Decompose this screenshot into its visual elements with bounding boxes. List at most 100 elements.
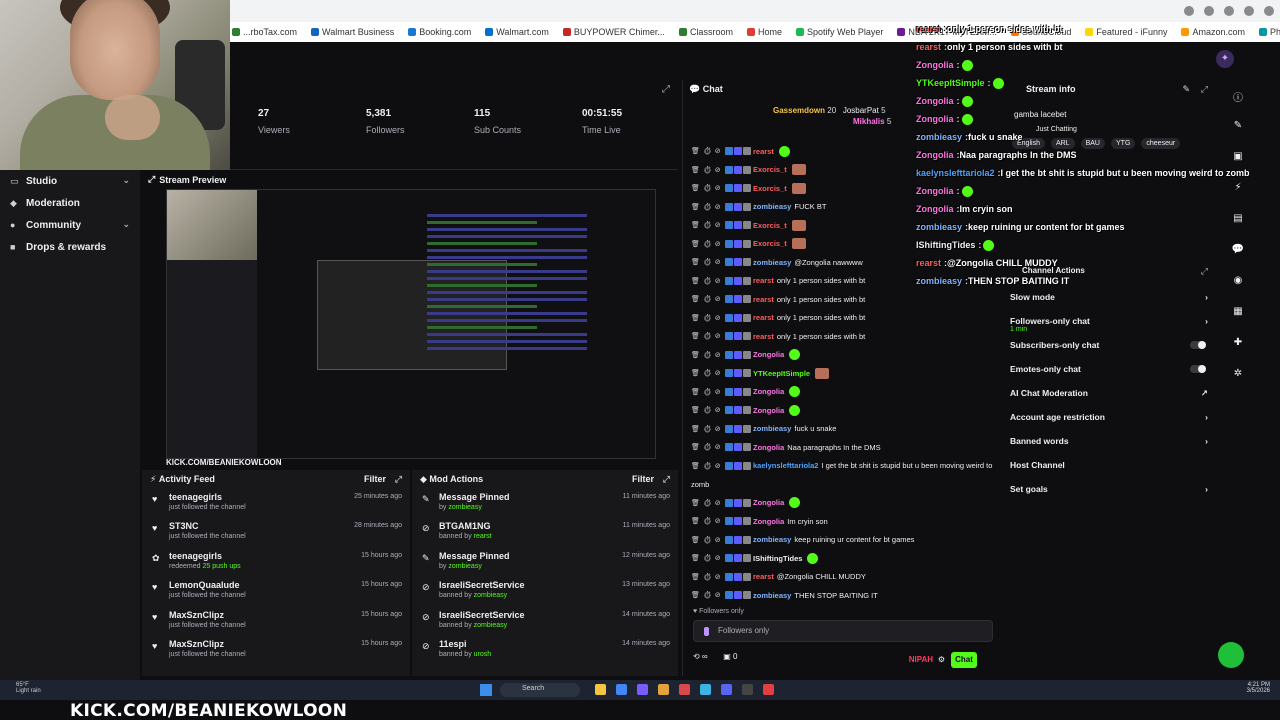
activity-row[interactable]: ♥ MaxSznClipz just followed the channel 15 … — [142, 606, 410, 635]
moderator-name[interactable]: rearst — [474, 533, 492, 540]
channel-action-row[interactable]: Emotes-only chat — [1006, 358, 1218, 382]
extension-icon[interactable] — [1184, 6, 1194, 16]
settings-icon[interactable]: ✲ — [1231, 368, 1245, 382]
chat-username[interactable]: Zongolia — [753, 498, 784, 507]
moderator-name[interactable]: zombieasy — [474, 622, 507, 629]
mod-controls[interactable]: 🗑⏱⊘ — [691, 536, 725, 544]
chat-message[interactable]: 🗑⏱⊘ rearst only 1 person sides with bt — [691, 327, 1001, 346]
chat-message[interactable]: 🗑⏱⊘ Zongolia Naa paragraphs In the DMS — [691, 438, 1001, 457]
mod-controls[interactable]: 🗑⏱⊘ — [691, 369, 725, 377]
mod-controls[interactable]: 🗑⏱⊘ — [691, 443, 725, 451]
chat-username[interactable]: Exorcis_t — [753, 165, 787, 174]
chat-message[interactable]: 🗑⏱⊘ zombieasy THEN STOP BAITING IT — [691, 586, 1001, 605]
sidebar-item-studio[interactable]: ▭ Studio ⌄ — [0, 170, 140, 192]
mod-action-row[interactable]: ⊘ IsraeliSecretService banned by zombieasy… — [412, 576, 678, 605]
chat-username[interactable]: IShiftingTides — [753, 554, 802, 563]
mod-controls[interactable]: 🗑⏱⊘ — [691, 499, 725, 507]
windows-start-icon[interactable] — [480, 684, 492, 696]
chat-message[interactable]: 🗑⏱⊘ rearst @Zongolia CHILL MUDDY — [691, 568, 1001, 587]
chat-username[interactable]: rearst — [753, 276, 774, 285]
gifter-name[interactable]: Gassemdown — [773, 106, 825, 115]
moderator-name[interactable]: zombieasy — [448, 563, 481, 570]
chat-message[interactable]: 🗑⏱⊘ rearst only 1 person sides with bt — [691, 290, 1001, 309]
app-icon[interactable] — [637, 684, 648, 695]
taskbar-clock[interactable]: 4:21 PM 3/5/2026 — [1247, 682, 1270, 694]
bookmark-item[interactable]: Classroom — [678, 27, 733, 37]
stream-preview-video[interactable] — [166, 189, 656, 459]
channel-action-row[interactable]: AI Chat Moderation ↗ — [1006, 382, 1218, 406]
obs-icon[interactable] — [742, 684, 753, 695]
gifter-name[interactable]: JosbarPat — [843, 106, 879, 115]
chat-username[interactable]: zombieasy — [753, 258, 791, 267]
chat-username[interactable]: rearst — [753, 295, 774, 304]
sidebar-item-moderation[interactable]: ◆ Moderation — [0, 192, 140, 214]
mod-controls[interactable]: 🗑⏱⊘ — [691, 258, 725, 266]
chat-username[interactable]: rearst — [753, 332, 774, 341]
chat-username[interactable]: zombieasy — [753, 591, 791, 600]
chat-username[interactable]: Zongolia — [753, 387, 784, 396]
info-icon[interactable]: ⓘ — [1231, 89, 1245, 104]
mod-controls[interactable]: 🗑⏱⊘ — [691, 203, 725, 211]
channel-action-row[interactable]: Account age restriction › — [1006, 406, 1218, 430]
gear-icon[interactable]: ⚙ — [938, 655, 945, 664]
chrome-icon[interactable] — [616, 684, 627, 695]
camera-icon[interactable]: ▣ — [1231, 151, 1245, 165]
chat-username[interactable]: zombieasy — [753, 535, 791, 544]
mod-controls[interactable]: 🗑⏱⊘ — [691, 166, 725, 174]
mod-controls[interactable]: 🗑⏱⊘ — [691, 277, 725, 285]
bookmark-item[interactable]: Walmart.com — [485, 27, 549, 37]
toggle-switch[interactable] — [1190, 365, 1206, 373]
mod-controls[interactable]: 🗑⏱⊘ — [691, 591, 725, 599]
chat-message[interactable]: 🗑⏱⊘ IShiftingTides — [691, 549, 1001, 568]
mod-action-row[interactable]: ⊘ BTGAM1NG banned by rearst 11 minutes ago — [412, 517, 678, 546]
chat-username[interactable]: Exorcis_t — [753, 184, 787, 193]
mod-controls[interactable]: 🗑⏱⊘ — [691, 462, 725, 470]
chat-message[interactable]: zomb — [691, 475, 1001, 494]
channel-action-row[interactable]: Followers-only chat 1 min › — [1006, 310, 1218, 334]
moderator-name[interactable]: zombieasy — [448, 504, 481, 511]
bookmark-item[interactable]: Home — [746, 27, 782, 37]
extension-icon[interactable] — [1224, 6, 1234, 16]
activity-row[interactable]: ♥ teenagegirls just followed the channel 25… — [142, 488, 410, 517]
bookmark-item[interactable]: Spotify Web Player — [795, 27, 883, 37]
nipah-emote[interactable]: NIPAH — [909, 655, 933, 664]
mod-controls[interactable]: 🗑⏱⊘ — [691, 573, 725, 581]
chat-username[interactable]: kaelynslefttariola2 — [753, 461, 818, 470]
mod-controls[interactable]: 🗑⏱⊘ — [691, 295, 725, 303]
chat-message[interactable]: 🗑⏱⊘ Zongolia — [691, 494, 1001, 513]
chat-username[interactable]: Exorcis_t — [753, 239, 787, 248]
expand-icon[interactable]: ⤢ — [148, 174, 155, 185]
taskbar-search[interactable]: Search — [500, 683, 580, 697]
wrench-icon[interactable]: ✚ — [1231, 337, 1245, 351]
activity-row[interactable]: ♥ MaxSznClipz just followed the channel 15 … — [142, 635, 410, 664]
chat-message[interactable]: 🗑⏱⊘ kaelynslefttariola2 I get the bt shit … — [691, 457, 1001, 476]
filter-button[interactable]: Filter — [364, 474, 386, 484]
chat-username[interactable]: YTKeepItSimple — [753, 369, 810, 378]
bookmark-item[interactable]: BUYPOWER Chimer... — [562, 27, 665, 37]
gifter-name[interactable]: Mikhalis — [853, 117, 885, 126]
sidebar-item-community[interactable]: ● Community ⌄ — [0, 214, 140, 236]
sidebar-item-drops[interactable]: ■ Drops & rewards — [0, 236, 140, 258]
mod-action-row[interactable]: ⊘ 11espi banned by urosh 14 minutes ago — [412, 635, 678, 664]
extension-icon[interactable] — [1244, 6, 1254, 16]
chat-message[interactable]: 🗑⏱⊘ Zongolia — [691, 383, 1001, 402]
expand-icon[interactable]: ⤢ — [395, 474, 402, 485]
chat-message[interactable]: 🗑⏱⊘ zombieasy keep ruining ur content for … — [691, 531, 1001, 550]
channel-action-row[interactable]: Subscribers-only chat — [1006, 334, 1218, 358]
channel-action-row[interactable]: Host Channel — [1006, 454, 1218, 478]
weather-widget[interactable]: 65°F Light rain — [16, 682, 41, 694]
channel-action-row[interactable]: Set goals › — [1006, 478, 1218, 502]
mod-action-row[interactable]: ⊘ IsraeliSecretService banned by zombieasy… — [412, 606, 678, 635]
expand-icon[interactable]: ⤢ — [663, 474, 670, 485]
filter-button[interactable]: Filter — [632, 474, 654, 484]
toggle-switch[interactable] — [1190, 341, 1206, 349]
pencil-icon[interactable]: ✎ — [1231, 120, 1245, 134]
folder-icon[interactable] — [595, 684, 606, 695]
chat-username[interactable]: Zongolia — [753, 443, 784, 452]
chat-message[interactable]: 🗑⏱⊘ rearst only 1 person sides with bt — [691, 309, 1001, 328]
chat-username[interactable]: rearst — [753, 313, 774, 322]
document-icon[interactable]: ▤ — [1231, 213, 1245, 227]
chat-message[interactable]: 🗑⏱⊘ Zongolia — [691, 401, 1001, 420]
mod-controls[interactable]: 🗑⏱⊘ — [691, 147, 725, 155]
chat-fab-button[interactable] — [1218, 642, 1244, 668]
